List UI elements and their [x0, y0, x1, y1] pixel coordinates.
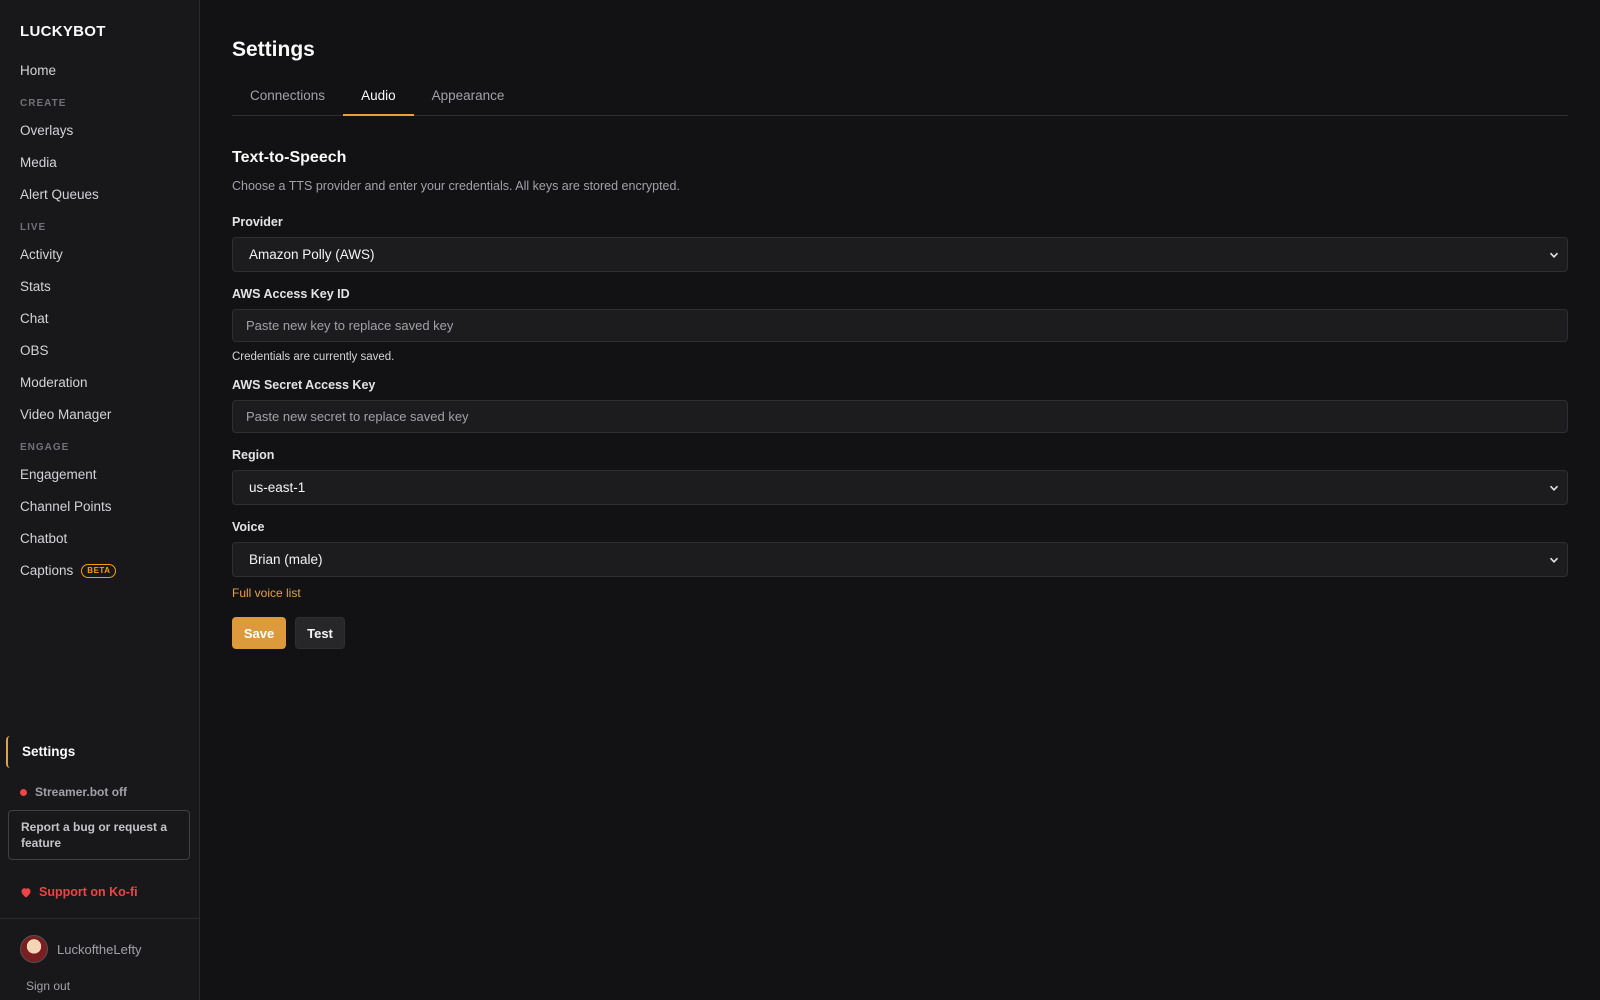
- tab-appearance[interactable]: Appearance: [414, 84, 523, 116]
- status-dot-icon: [20, 788, 27, 796]
- section-description: Choose a TTS provider and enter your cre…: [232, 179, 680, 193]
- provider-value: Amazon Polly (AWS): [249, 247, 375, 262]
- username: LuckoftheLefty: [57, 941, 142, 957]
- tab-audio[interactable]: Audio: [343, 84, 414, 116]
- credentials-note: Credentials are currently saved.: [232, 351, 395, 363]
- region-value: us-east-1: [249, 480, 306, 495]
- section-label-live: LIVE: [20, 222, 47, 233]
- provider-field: Provider Amazon Polly (AWS): [232, 215, 1568, 272]
- sidebar-bottom: Settings Streamer.bot off Report a bug o…: [0, 736, 199, 993]
- chevron-down-icon: [1549, 252, 1559, 258]
- full-voice-list-link[interactable]: Full voice list: [232, 586, 1568, 600]
- secret-key-input[interactable]: Paste new secret to replace saved key: [232, 400, 1568, 433]
- page-title: Settings: [232, 38, 315, 61]
- provider-select[interactable]: Amazon Polly (AWS): [232, 237, 1568, 272]
- sidebar-item-home[interactable]: Home: [0, 55, 199, 87]
- sidebar-item-video-manager[interactable]: Video Manager: [0, 399, 199, 431]
- action-buttons: Save Test: [232, 617, 1568, 649]
- test-button[interactable]: Test: [295, 617, 345, 649]
- sidebar-item-captions-label: Captions: [20, 563, 74, 578]
- sign-out-link[interactable]: Sign out: [0, 963, 199, 993]
- heart-icon: [21, 887, 31, 897]
- sidebar-nav: Home CREATE Overlays Media Alert Queues …: [0, 55, 199, 587]
- sidebar-item-settings[interactable]: Settings: [6, 736, 199, 768]
- save-button[interactable]: Save: [232, 617, 286, 649]
- avatar: [20, 935, 48, 963]
- secret-key-label: AWS Secret Access Key: [232, 378, 376, 392]
- sidebar-item-stats[interactable]: Stats: [0, 271, 199, 303]
- secret-key-field: AWS Secret Access Key Paste new secret t…: [232, 378, 1568, 433]
- region-select[interactable]: us-east-1: [232, 470, 1568, 505]
- sidebar: LUCKYBOT Home CREATE Overlays Media Aler…: [0, 0, 200, 1000]
- sidebar-item-chat[interactable]: Chat: [0, 303, 199, 335]
- section-label-engage: ENGAGE: [20, 442, 70, 453]
- sidebar-item-activity[interactable]: Activity: [0, 239, 199, 271]
- sidebar-item-moderation[interactable]: Moderation: [0, 367, 199, 399]
- sidebar-item-engagement[interactable]: Engagement: [0, 459, 199, 491]
- report-bug-button[interactable]: Report a bug or request a feature: [8, 810, 190, 860]
- chevron-down-icon: [1549, 485, 1559, 491]
- chevron-down-icon: [1549, 557, 1559, 563]
- sidebar-item-channel-points[interactable]: Channel Points: [0, 491, 199, 523]
- streamerbot-status: Streamer.bot off: [0, 768, 199, 804]
- voice-select[interactable]: Brian (male): [232, 542, 1568, 577]
- sidebar-item-media[interactable]: Media: [0, 147, 199, 179]
- voice-field: Voice Brian (male) Full voice list: [232, 520, 1568, 600]
- sidebar-item-captions[interactable]: Captions BETA: [0, 555, 199, 587]
- beta-badge: BETA: [81, 564, 117, 578]
- access-key-label: AWS Access Key ID: [232, 287, 350, 301]
- sidebar-item-obs[interactable]: OBS: [0, 335, 199, 367]
- provider-label: Provider: [232, 215, 283, 229]
- main-content: Settings Connections Audio Appearance Te…: [200, 0, 1600, 1000]
- sidebar-item-chatbot[interactable]: Chatbot: [0, 523, 199, 555]
- voice-value: Brian (male): [249, 552, 323, 567]
- voice-label: Voice: [232, 520, 265, 534]
- region-label: Region: [232, 448, 275, 462]
- section-title: Text-to-Speech: [232, 149, 347, 166]
- access-key-input[interactable]: Paste new key to replace saved key: [232, 309, 1568, 342]
- app-root: LUCKYBOT Home CREATE Overlays Media Aler…: [0, 0, 1600, 1000]
- tab-connections[interactable]: Connections: [232, 84, 343, 116]
- status-text: Streamer.bot off: [35, 785, 128, 799]
- sidebar-item-alert-queues[interactable]: Alert Queues: [0, 179, 199, 211]
- kofi-label: Support on Ko-fi: [39, 885, 138, 899]
- settings-tabs: Connections Audio Appearance: [232, 84, 1568, 116]
- sidebar-item-overlays[interactable]: Overlays: [0, 115, 199, 147]
- section-label-create: CREATE: [20, 98, 67, 109]
- brand-logo: LUCKYBOT: [20, 23, 106, 40]
- kofi-support-link[interactable]: Support on Ko-fi: [0, 860, 199, 906]
- user-profile[interactable]: LuckoftheLefty: [0, 919, 199, 963]
- access-key-field: AWS Access Key ID Paste new key to repla…: [232, 287, 1568, 363]
- region-field: Region us-east-1: [232, 448, 1568, 505]
